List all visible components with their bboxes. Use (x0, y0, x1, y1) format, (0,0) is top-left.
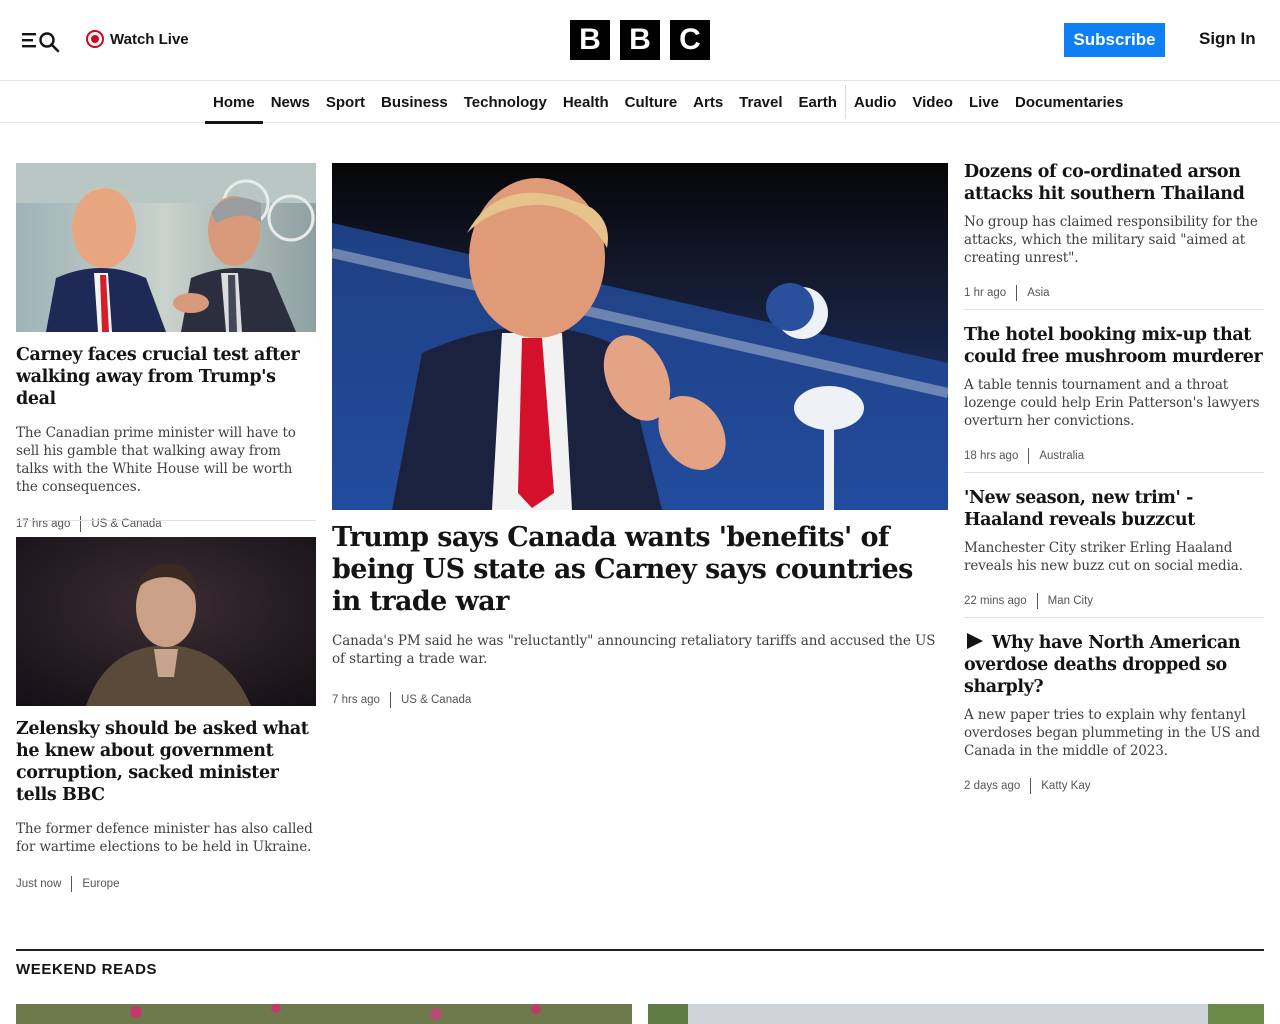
nav-item-news[interactable]: News (263, 81, 318, 123)
story-summary: No group has claimed responsibility for … (964, 214, 1258, 266)
story-headline[interactable]: Zelensky should be asked what he knew ab… (16, 718, 316, 806)
menu-search-button[interactable] (20, 26, 62, 54)
nav-item-home[interactable]: Home (205, 81, 263, 124)
nav-item-earth[interactable]: Earth (791, 81, 845, 123)
story-image[interactable] (16, 1004, 632, 1024)
lead-story-photo (332, 163, 948, 510)
meta-divider (1016, 285, 1018, 301)
nav-item-audio[interactable]: Audio (846, 81, 905, 123)
story-summary: A table tennis tournament and a throat l… (964, 377, 1260, 429)
story-time: 1 hr ago (964, 287, 1007, 299)
story-image[interactable] (16, 537, 316, 706)
lead-story-summary: Canada's PM said he was "reluctantly" an… (332, 633, 936, 667)
story-meta: 17 hrs ago US & Canada (16, 516, 316, 532)
sign-in-link[interactable]: Sign In (1199, 29, 1256, 49)
story-headline[interactable]: The hotel booking mix-up that could free… (964, 324, 1264, 368)
story-photo (648, 1004, 1264, 1024)
nav-item-technology[interactable]: Technology (456, 81, 555, 123)
story-photo (16, 1004, 632, 1024)
story-meta: 7 hrs ago US & Canada (332, 692, 948, 708)
story-image[interactable] (16, 163, 316, 332)
story-card[interactable]: Carney faces crucial test after walking … (16, 163, 316, 532)
masthead: Watch Live B B C Subscribe Sign In (0, 0, 1280, 81)
story-summary: Manchester City striker Erling Haaland r… (964, 540, 1243, 574)
story-headline[interactable]: Why have North American overdose deaths … (964, 632, 1264, 698)
meta-divider (80, 516, 82, 532)
menu-search-icon (22, 32, 60, 53)
story-time: 22 mins ago (964, 595, 1027, 607)
story-meta: 22 mins ago Man City (964, 593, 1264, 609)
nav-item-business[interactable]: Business (373, 81, 456, 123)
divider (964, 617, 1264, 618)
story-tag[interactable]: Katty Kay (1041, 780, 1090, 792)
story-headline[interactable]: 'New season, new trim' - Haaland reveals… (964, 487, 1264, 531)
story-photo (16, 163, 316, 332)
story-meta: 18 hrs ago Australia (964, 448, 1264, 464)
subscribe-button[interactable]: Subscribe (1064, 23, 1165, 57)
story-tag[interactable]: Europe (82, 878, 119, 890)
story-card[interactable]: The hotel booking mix-up that could free… (964, 324, 1264, 464)
logo-letter: B (620, 20, 660, 60)
divider (16, 520, 316, 521)
story-time: 18 hrs ago (964, 450, 1019, 462)
story-headline[interactable]: Dozens of co-ordinated arson attacks hit… (964, 161, 1264, 205)
watch-live-link[interactable]: Watch Live (86, 28, 189, 50)
section-title-weekend-reads[interactable]: WEEKEND READS (16, 961, 157, 978)
nav-item-sport[interactable]: Sport (318, 81, 373, 123)
meta-divider (1028, 448, 1030, 464)
live-icon (86, 30, 104, 48)
story-summary: A new paper tries to explain why fentany… (964, 707, 1261, 759)
story-summary: The Canadian prime minister will have to… (16, 425, 296, 495)
story-time: Just now (16, 878, 62, 890)
story-headline[interactable]: Carney faces crucial test after walking … (16, 344, 316, 410)
bbc-logo[interactable]: B B C (570, 20, 710, 60)
story-headline-text: Why have North American overdose deaths … (964, 633, 1241, 697)
lead-story-headline[interactable]: Trump says Canada wants 'benefits' of be… (332, 522, 948, 618)
nav-item-documentaries[interactable]: Documentaries (1007, 81, 1131, 123)
nav-item-arts[interactable]: Arts (685, 81, 731, 123)
story-meta: Just now Europe (16, 876, 316, 892)
divider (964, 309, 1264, 310)
story-tag[interactable]: Asia (1027, 287, 1049, 299)
main-nav: Home News Sport Business Technology Heal… (0, 81, 1280, 124)
logo-letter: B (570, 20, 610, 60)
logo-letter: C (670, 20, 710, 60)
story-tag[interactable]: Australia (1039, 450, 1084, 462)
section-rule (16, 949, 1264, 951)
nav-item-live[interactable]: Live (961, 81, 1007, 123)
story-card[interactable]: Zelensky should be asked what he knew ab… (16, 537, 316, 892)
story-tag[interactable]: US & Canada (401, 694, 471, 706)
watch-live-label: Watch Live (110, 30, 189, 48)
nav-item-culture[interactable]: Culture (617, 81, 686, 123)
story-meta: 1 hr ago Asia (964, 285, 1264, 301)
story-photo (16, 537, 316, 706)
story-image[interactable] (648, 1004, 1264, 1024)
lead-story-image[interactable] (332, 163, 948, 510)
story-card[interactable]: Dozens of co-ordinated arson attacks hit… (964, 161, 1264, 301)
story-card[interactable]: Why have North American overdose deaths … (964, 632, 1264, 794)
story-time: 7 hrs ago (332, 694, 380, 706)
story-tag[interactable]: Man City (1048, 595, 1093, 607)
nav-item-video[interactable]: Video (904, 81, 961, 123)
meta-divider (389, 692, 391, 708)
nav-item-travel[interactable]: Travel (731, 81, 790, 123)
meta-divider (1036, 593, 1038, 609)
story-time: 2 days ago (964, 780, 1021, 792)
nav-item-health[interactable]: Health (555, 81, 617, 123)
meta-divider (1030, 778, 1032, 794)
story-card[interactable]: 'New season, new trim' - Haaland reveals… (964, 487, 1264, 609)
story-summary: The former defence minister has also cal… (16, 821, 313, 855)
meta-divider (71, 876, 73, 892)
lead-story-card[interactable]: Trump says Canada wants 'benefits' of be… (332, 163, 948, 708)
divider (964, 472, 1264, 473)
play-icon (967, 633, 983, 649)
story-meta: 2 days ago Katty Kay (964, 778, 1264, 794)
